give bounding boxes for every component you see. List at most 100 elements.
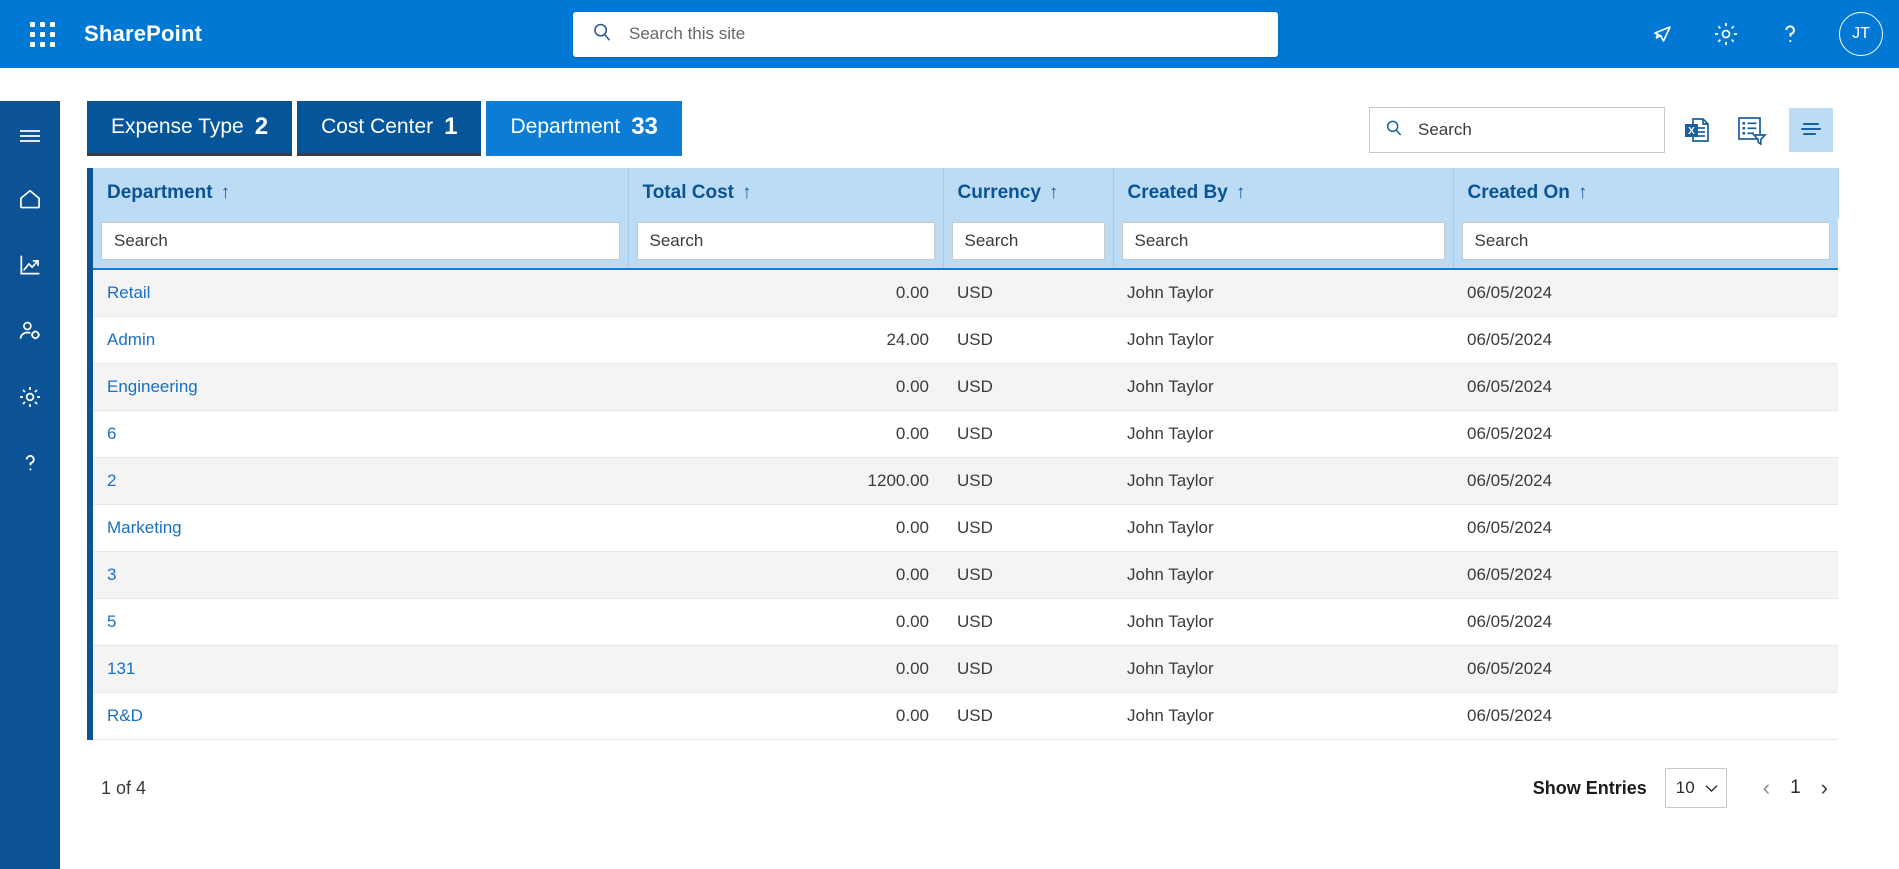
cell-total-cost: 0.00: [895, 565, 929, 584]
table-row[interactable]: Admin 24.00 USD John Taylor 06/05/2024: [93, 317, 1838, 364]
filter-input-created-by[interactable]: Search: [1121, 222, 1445, 260]
sort-ascending-icon[interactable]: ↑: [742, 182, 752, 203]
table-row[interactable]: 2 1200.00 USD John Taylor 06/05/2024: [93, 457, 1838, 505]
cell-created-on: 06/05/2024: [1467, 518, 1553, 537]
cell-created-by: John Taylor: [1127, 424, 1214, 443]
tab-department[interactable]: Department 33: [486, 101, 682, 156]
search-icon: [1384, 118, 1404, 143]
excel-export-icon[interactable]: X: [1675, 108, 1719, 152]
table-row[interactable]: 6 0.00 USD John Taylor 06/05/2024: [93, 411, 1838, 458]
filter-input-currency[interactable]: Search: [951, 222, 1105, 260]
page-number-1[interactable]: 1: [1790, 777, 1801, 799]
department-link[interactable]: 6: [107, 424, 116, 443]
cell-total-cost: 0.00: [895, 424, 929, 443]
filter-row: Search Search Search Search Search: [93, 218, 1838, 269]
cell-department[interactable]: 3: [93, 552, 628, 599]
cell-department[interactable]: R&D: [93, 693, 628, 740]
sharepoint-brand[interactable]: SharePoint: [84, 21, 202, 47]
cell-currency: USD: [957, 659, 993, 678]
grid-search-input[interactable]: Search: [1369, 107, 1665, 153]
table-row[interactable]: 3 0.00 USD John Taylor 06/05/2024: [93, 551, 1838, 599]
cell-department[interactable]: 5: [93, 599, 628, 646]
chevron-down-icon: [1705, 778, 1718, 798]
column-header-currency[interactable]: Currency ↑: [943, 168, 1114, 218]
filter-cell-department: Search: [93, 218, 629, 269]
grid-header: Department ↑ Total Cost ↑ Currency ↑ Create…: [93, 168, 1839, 218]
app-launcher-button[interactable]: [14, 21, 70, 47]
table-row[interactable]: 131 0.00 USD John Taylor 06/05/2024: [93, 645, 1838, 693]
cell-department[interactable]: Retail: [93, 269, 628, 317]
cell-total-cost: 0.00: [895, 283, 929, 302]
cell-department[interactable]: Marketing: [93, 505, 628, 552]
department-link[interactable]: Marketing: [107, 518, 182, 537]
department-link[interactable]: 2: [107, 471, 116, 490]
waffle-icon: [29, 21, 55, 47]
department-link[interactable]: 5: [107, 612, 116, 631]
cell-total-cost: 0.00: [895, 612, 929, 631]
table-row[interactable]: Engineering 0.00 USD John Taylor 06/05/2024: [93, 363, 1838, 411]
cell-department[interactable]: 6: [93, 411, 628, 458]
rail-hamburger-button[interactable]: [10, 117, 50, 153]
left-rail: [0, 68, 60, 869]
previous-page-button[interactable]: ‹: [1759, 775, 1774, 801]
filtered-list-export-icon[interactable]: [1729, 108, 1773, 152]
tab-label: Department: [510, 115, 621, 138]
help-icon[interactable]: [1775, 19, 1805, 49]
sort-ascending-icon[interactable]: ↑: [1236, 182, 1246, 203]
table-row[interactable]: Retail 0.00 USD John Taylor 06/05/2024: [93, 269, 1838, 317]
table-row[interactable]: 5 0.00 USD John Taylor 06/05/2024: [93, 599, 1838, 646]
table-row[interactable]: Marketing 0.00 USD John Taylor 06/05/2024: [93, 505, 1838, 552]
column-label: Created On: [1467, 182, 1570, 203]
department-link[interactable]: Admin: [107, 330, 155, 349]
cell-created-by: John Taylor: [1127, 330, 1214, 349]
cell-created-by: John Taylor: [1127, 565, 1214, 584]
department-link[interactable]: 131: [107, 659, 135, 678]
filter-input-created-on[interactable]: Search: [1461, 222, 1830, 260]
column-label: Total Cost: [642, 182, 734, 203]
site-search-box[interactable]: Search this site: [573, 11, 1278, 57]
tab-cost-center[interactable]: Cost Center 1: [297, 101, 482, 156]
cell-total-cost: 24.00: [886, 330, 929, 349]
cell-department[interactable]: Admin: [93, 317, 628, 364]
filter-cell-currency: Search: [943, 218, 1114, 269]
sort-ascending-icon[interactable]: ↑: [1049, 182, 1059, 203]
megaphone-icon[interactable]: [1647, 19, 1677, 49]
tab-expense-type[interactable]: Expense Type 2: [87, 101, 293, 156]
avatar[interactable]: JT: [1839, 12, 1883, 56]
department-link[interactable]: Engineering: [107, 377, 198, 396]
department-link[interactable]: 3: [107, 565, 116, 584]
gear-icon[interactable]: [1711, 19, 1741, 49]
cell-department[interactable]: 131: [93, 646, 628, 693]
column-header-created-by[interactable]: Created By ↑: [1113, 168, 1454, 218]
rail-item-user-settings[interactable]: [10, 315, 50, 351]
home-icon: [17, 186, 43, 217]
department-link[interactable]: Retail: [107, 283, 150, 302]
rail-item-analytics[interactable]: [10, 249, 50, 285]
rail-item-settings[interactable]: [10, 381, 50, 417]
pager: ‹ 1 ›: [1759, 775, 1832, 801]
column-header-department[interactable]: Department ↑: [93, 168, 629, 218]
tab-count: 33: [631, 113, 658, 140]
filter-input-department[interactable]: Search: [101, 222, 620, 260]
cell-created-on: 06/05/2024: [1467, 659, 1553, 678]
rail-item-help[interactable]: [10, 447, 50, 483]
cell-department[interactable]: 2: [93, 458, 628, 505]
cell-total-cost: 0.00: [895, 659, 929, 678]
cell-total-cost: 0.00: [895, 518, 929, 537]
cell-currency: USD: [957, 706, 993, 725]
table-row[interactable]: R&D 0.00 USD John Taylor 06/05/2024: [93, 693, 1838, 740]
sort-ascending-icon[interactable]: ↑: [221, 182, 231, 203]
column-label: Currency: [957, 182, 1041, 203]
analytics-icon: [17, 252, 43, 283]
next-page-button[interactable]: ›: [1817, 775, 1832, 801]
view-options-button[interactable]: [1789, 108, 1833, 152]
column-header-total-cost[interactable]: Total Cost ↑: [628, 168, 944, 218]
department-link[interactable]: R&D: [107, 706, 143, 725]
cell-created-by: John Taylor: [1127, 612, 1214, 631]
filter-input-total-cost[interactable]: Search: [636, 222, 935, 260]
entries-per-page-select[interactable]: 10: [1664, 768, 1727, 808]
sort-ascending-icon[interactable]: ↑: [1578, 182, 1588, 203]
column-header-created-on[interactable]: Created On ↑: [1453, 168, 1839, 218]
rail-item-home[interactable]: [10, 183, 50, 219]
cell-department[interactable]: Engineering: [93, 364, 628, 411]
